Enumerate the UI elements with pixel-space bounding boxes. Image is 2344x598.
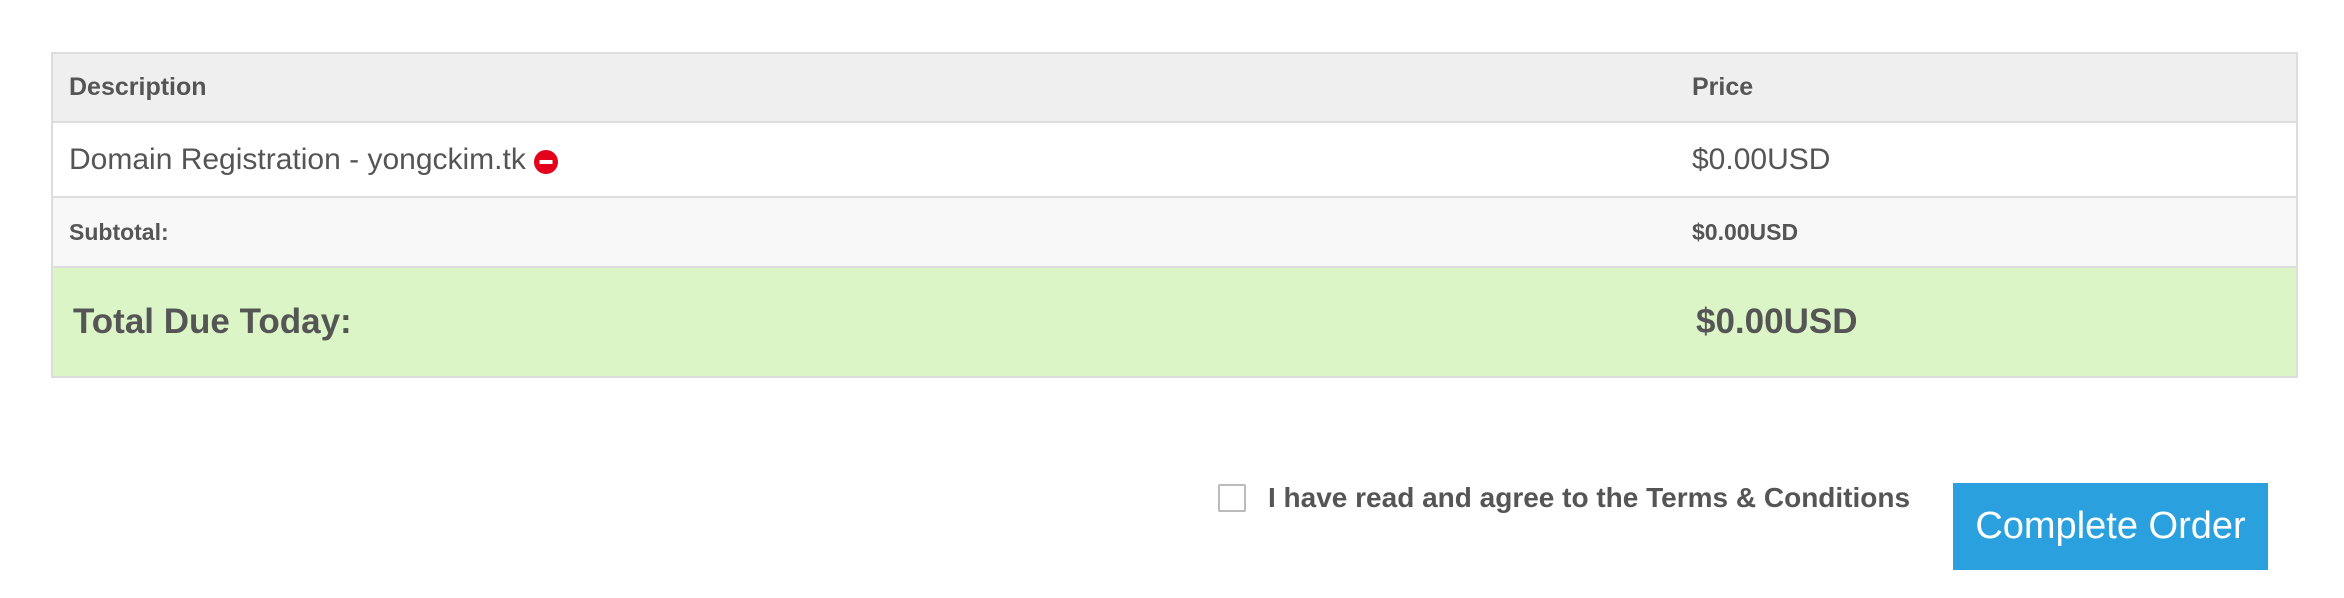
checkout-page: Description Price Domain Registration - …: [0, 0, 2344, 598]
price-column-header: Price: [1692, 73, 1754, 101]
item-description-cell: Domain Registration - yongckim.tk: [69, 143, 558, 177]
total-due-row: Total Due Today: $0.00USD: [53, 268, 2296, 376]
order-summary-table: Description Price Domain Registration - …: [51, 52, 2298, 378]
subtotal-label: Subtotal:: [69, 218, 169, 245]
total-due-value: $0.00USD: [1696, 302, 1858, 341]
description-column-header: Description: [69, 73, 207, 101]
terms-label-prefix: I have read and agree to the: [1268, 482, 1647, 513]
terms-conditions-link[interactable]: Terms & Conditions: [1646, 482, 1910, 513]
complete-order-button[interactable]: Complete Order: [1953, 483, 2268, 570]
total-due-label: Total Due Today:: [73, 302, 352, 341]
terms-checkbox[interactable]: [1218, 484, 1246, 512]
item-price: $0.00USD: [1692, 142, 1831, 176]
terms-label: I have read and agree to the Terms & Con…: [1268, 482, 1910, 514]
subtotal-row: Subtotal: $0.00USD: [53, 198, 2296, 268]
subtotal-value: $0.00USD: [1692, 218, 1799, 245]
minus-circle-icon[interactable]: [533, 148, 558, 174]
terms-agreement: I have read and agree to the Terms & Con…: [1218, 482, 1910, 514]
table-row: Domain Registration - yongckim.tk $0.00U…: [53, 123, 2296, 198]
table-header-row: Description Price: [53, 54, 2296, 123]
item-description: Domain Registration - yongckim.tk: [69, 142, 526, 176]
